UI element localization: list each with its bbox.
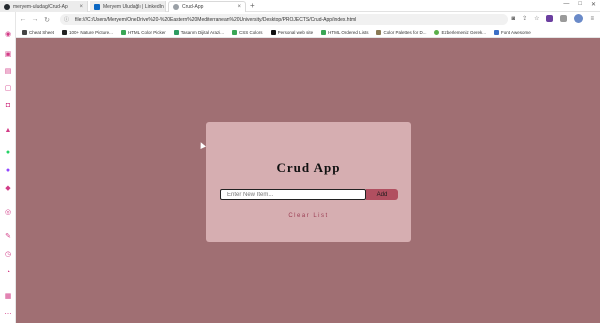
bookmark-icon [321,29,327,35]
back-icon[interactable]: ← [18,16,28,23]
reload-icon[interactable]: ↻ [42,16,52,24]
settings-icon[interactable]: ▦ [4,292,12,300]
bookmark-item[interactable]: Cheat Sheet [22,29,54,35]
bookmark-icon [434,29,440,35]
twitter-icon[interactable]: ◆ [4,184,12,192]
bookmark-item[interactable]: Tasarım Dijital Arazi... [173,29,224,35]
aria-icon[interactable]: ▲ [4,126,12,134]
instagram-icon[interactable]: ◘ [4,101,12,109]
new-tab-button[interactable]: + [250,1,255,10]
page-title: Crud App [276,160,341,175]
bookmark-icon [232,29,238,35]
more-icon[interactable]: ⋯ [4,310,12,318]
bookmark-icon [120,29,126,35]
bookmark-icon [173,29,179,35]
clock-icon[interactable]: ◔ [4,268,12,276]
tab-linkedin[interactable]: Meryem Uludağlı | LinkedIn × [90,1,166,12]
crud-card: Crud App Add Clear List [206,122,411,242]
bookmark-item[interactable]: Personal web site [270,29,313,35]
history-icon[interactable]: ◷ [4,250,12,258]
bag-icon[interactable]: ▤ [4,67,12,75]
browser-toolbar: ← → ↻ ⓘ file:///C:/Users/Meryem/OneDrive… [16,12,600,27]
tab-strip: meryem-uludag/Crud-Ap × Meryem Uludağlı … [0,0,600,12]
bookmark-item[interactable]: Font Awesome [494,29,531,35]
shop-icon[interactable]: ▣ [4,50,12,58]
avatar[interactable] [574,14,584,23]
bookmark-icon [376,29,382,35]
minimize-icon[interactable]: — [563,1,569,8]
close-icon[interactable]: × [234,4,241,10]
messenger-icon[interactable]: ● [4,166,12,174]
tab-github[interactable]: meryem-uludag/Crud-Ap × [0,1,88,12]
share-icon[interactable]: ⇪ [522,15,527,22]
info-icon[interactable]: ⓘ [64,16,69,23]
bookmark-item[interactable]: Ezberlemeniz Gerek... [434,29,486,35]
twitch-icon[interactable]: ▢ [4,84,12,92]
url-text[interactable]: file:///C:/Users/Meryem/OneDrive%20-%20E… [75,17,356,23]
pinboard-icon[interactable]: ✎ [4,232,12,240]
bookmarks-bar: Cheat Sheet 100+ Nature Picture... HTML … [16,27,600,38]
add-button[interactable]: Add [366,189,398,200]
gamepad-icon[interactable]: ◉ [4,30,12,38]
linkedin-icon [94,3,100,10]
globe-icon [173,4,179,10]
bookmark-item[interactable]: CSS Colors [232,29,263,35]
close-window-icon[interactable]: ✕ [591,1,596,8]
bookmark-item[interactable]: Color Palettes for D... [376,29,426,35]
close-icon[interactable]: × [164,4,165,10]
bookmark-icon [270,29,276,35]
bookmark-item[interactable]: 100+ Nature Picture... [62,29,113,35]
maximize-icon[interactable]: □ [578,1,582,8]
menu-icon[interactable]: ≡ [590,16,594,22]
page-viewport: Crud App Add Clear List [16,38,600,323]
forward-icon[interactable]: → [30,16,40,23]
puzzle-icon[interactable] [560,15,568,22]
bookmark-star-icon[interactable]: ☆ [534,15,539,22]
tab-label: Meryem Uludağlı | LinkedIn [103,3,164,10]
clear-list-button[interactable]: Clear List [206,213,411,219]
tab-crud-app[interactable]: Crud-App × [168,1,246,12]
github-icon [4,3,10,10]
tab-label: Crud-App [182,4,204,10]
new-item-input[interactable] [220,189,366,200]
address-bar[interactable]: ⓘ file:///C:/Users/Meryem/OneDrive%20-%2… [60,14,508,25]
close-icon[interactable]: × [76,4,83,10]
tab-label: meryem-uludag/Crud-Ap [13,3,68,10]
bookmark-icon [62,29,68,35]
bookmark-icon [494,29,500,35]
whatsapp-icon[interactable]: ● [4,148,12,156]
toolbar-actions: ◙ ⇪ ☆ ≡ [511,14,594,23]
bookmark-item[interactable]: HTML Ordered Lists [321,29,368,35]
bookmark-item[interactable]: HTML Color Picker [120,29,166,35]
player-icon[interactable]: ◎ [4,208,12,216]
bookmark-icon [22,29,27,35]
window-controls: — □ ✕ [563,1,596,8]
camera-icon[interactable]: ◙ [511,16,515,22]
mouse-cursor-icon [198,141,206,149]
browser-sidebar: ◉ ▣ ▤ ▢ ◘ ▲ ● ● ◆ ◎ ✎ ◷ ◔ ▦ ⋯ [0,12,16,323]
extension-icon[interactable] [546,15,554,22]
